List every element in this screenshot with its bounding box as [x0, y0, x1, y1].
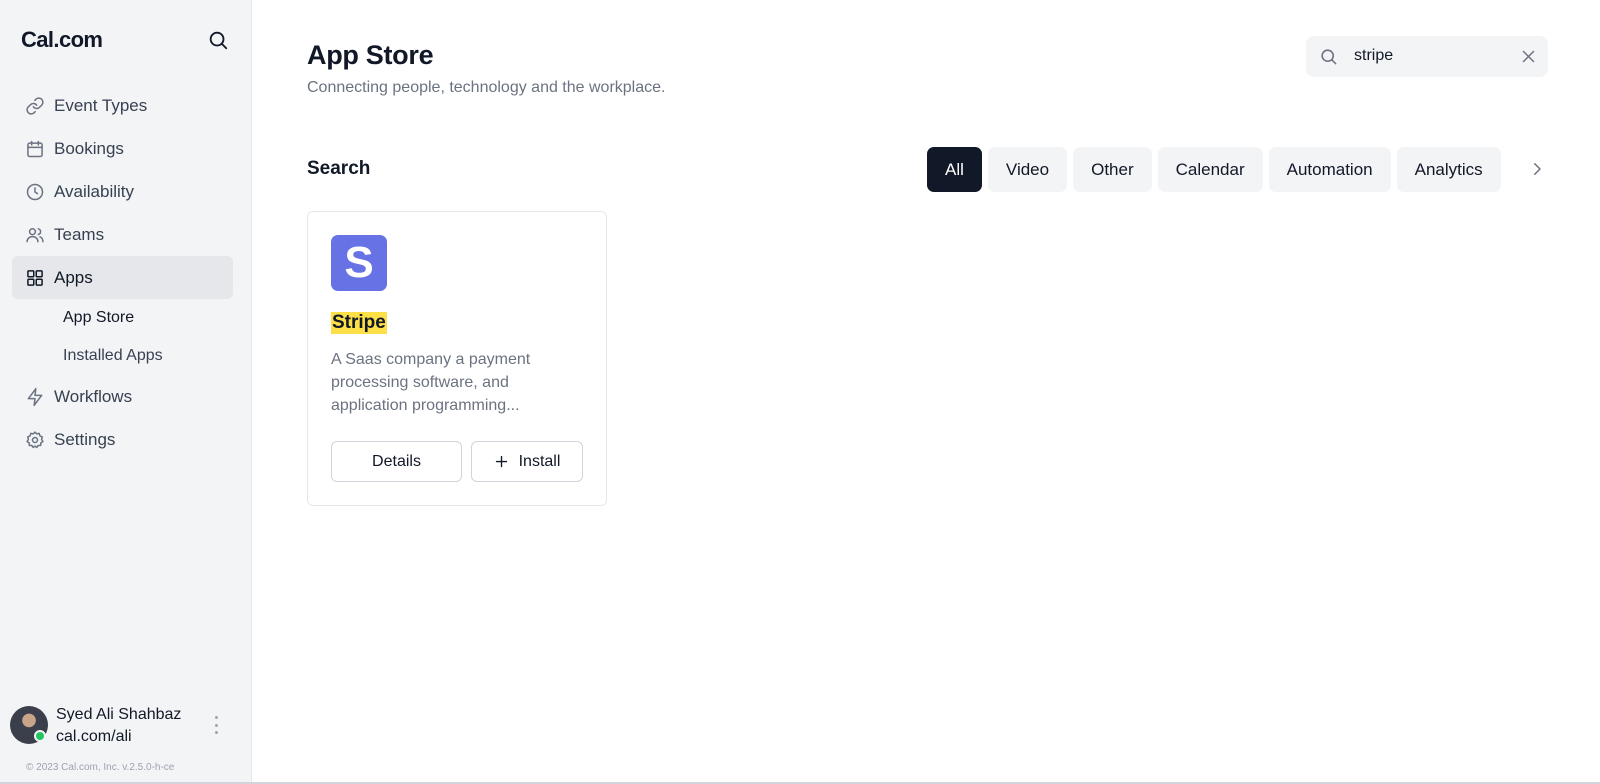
user-url: cal.com/ali [56, 728, 132, 745]
sidebar-item-label: Bookings [54, 138, 124, 158]
filter-all[interactable]: All [927, 147, 982, 192]
app-name: Stripe [331, 312, 387, 334]
sidebar-item-apps[interactable]: Apps [12, 256, 233, 299]
details-button[interactable]: Details [331, 441, 462, 482]
sidebar-item-label: Workflows [54, 386, 133, 406]
sidebar-subitem-installed-apps[interactable]: Installed Apps [12, 337, 233, 375]
more-vertical-icon[interactable] [212, 716, 220, 734]
sidebar-item-teams[interactable]: Teams [12, 213, 233, 256]
link-icon [25, 96, 45, 116]
filter-automation[interactable]: Automation [1268, 147, 1391, 192]
filter-calendar[interactable]: Calendar [1157, 147, 1263, 192]
search-input[interactable] [1354, 44, 1514, 68]
copyright-text: © 2023 Cal.com, Inc. v.2.5.0-h-ce [26, 762, 175, 773]
category-filters: All Video Other Calendar Automation Anal… [927, 147, 1501, 192]
filter-analytics[interactable]: Analytics [1396, 147, 1501, 192]
close-icon[interactable] [1521, 49, 1536, 64]
users-icon [25, 225, 45, 245]
sidebar: Cal.com Event Types Bookings Availabilit… [0, 0, 252, 784]
page-title: App Store [307, 40, 434, 70]
sidebar-item-bookings[interactable]: Bookings [12, 127, 233, 170]
install-button[interactable]: Install [471, 441, 583, 482]
page-subtitle: Connecting people, technology and the wo… [307, 79, 666, 96]
sidebar-item-label: Settings [54, 429, 116, 449]
sidebar-item-settings[interactable]: Settings [12, 418, 233, 461]
stripe-logo: S [331, 235, 387, 291]
online-status-dot [34, 730, 46, 742]
grid-icon [25, 268, 45, 288]
sidebar-nav: Event Types Bookings Availability Teams … [12, 84, 233, 461]
section-title: Search [307, 158, 371, 179]
sidebar-item-label: Apps [54, 267, 93, 287]
sidebar-item-event-types[interactable]: Event Types [12, 84, 233, 127]
chevron-right-icon[interactable] [1528, 159, 1546, 179]
zap-icon [25, 387, 45, 407]
filter-other[interactable]: Other [1073, 147, 1152, 192]
search-icon [1319, 47, 1338, 66]
sidebar-item-label: Availability [54, 181, 135, 201]
sidebar-item-label: Event Types [54, 95, 148, 115]
calendar-icon [25, 139, 45, 159]
install-label: Install [518, 452, 561, 470]
plus-icon [494, 454, 509, 469]
search-icon[interactable] [207, 29, 229, 51]
app-description: A Saas company a payment processing soft… [331, 351, 531, 414]
filter-video[interactable]: Video [987, 147, 1068, 192]
app-card[interactable]: S Stripe A Saas company a payment proces… [307, 211, 607, 506]
user-name: Syed Ali Shahbaz [56, 706, 182, 723]
gear-icon [25, 430, 45, 450]
sidebar-item-availability[interactable]: Availability [12, 170, 233, 213]
user-profile[interactable]: Syed Ali Shahbaz cal.com/ali [10, 706, 242, 746]
app-search [1306, 36, 1548, 77]
brand-logo[interactable]: Cal.com [21, 27, 103, 53]
sidebar-item-workflows[interactable]: Workflows [12, 375, 233, 418]
sidebar-subitem-app-store[interactable]: App Store [12, 299, 233, 337]
sidebar-item-label: Teams [54, 224, 105, 244]
clock-icon [25, 182, 45, 202]
